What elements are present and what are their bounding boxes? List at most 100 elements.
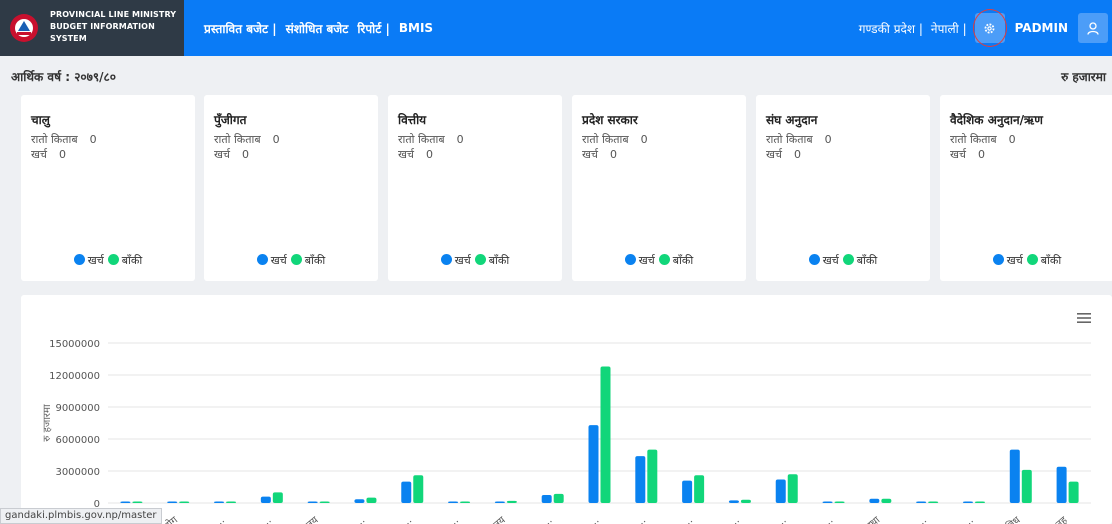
settings-button[interactable] <box>972 9 1007 47</box>
bar <box>1009 449 1020 503</box>
x-tick-label: …स्था <box>858 515 883 524</box>
bar <box>1021 469 1032 503</box>
legend-spent[interactable]: खर्च <box>73 253 104 268</box>
brand-block[interactable]: PROVINCIAL LINE MINISTRY BUDGET INFORMAT… <box>0 0 184 56</box>
expense-value: 0 <box>241 148 249 161</box>
x-tick-label: … <box>774 515 789 524</box>
nav-bmis[interactable]: BMIS <box>399 21 433 35</box>
x-tick-label: … <box>727 515 742 524</box>
username[interactable]: PADMIN <box>1015 21 1068 35</box>
card-legend: खर्च बाँकी <box>21 253 195 268</box>
spent-dot <box>992 254 1004 265</box>
x-tick-label: … <box>399 515 414 524</box>
user-icon <box>1087 21 1099 35</box>
bar-chart: 03000000600000090000001200000015000000रु… <box>42 339 1091 524</box>
x-tick-label: … <box>634 515 649 524</box>
legend-spent-label: खर्च <box>638 254 655 267</box>
legend-remaining-label: बाँकी <box>488 254 510 267</box>
bar <box>354 499 365 503</box>
red-book-label: रातो किताब <box>398 133 445 146</box>
bar <box>366 497 377 503</box>
bar <box>319 501 330 503</box>
bar <box>881 498 892 503</box>
card-legend: खर्च बाँकी <box>388 253 562 268</box>
card-federal-grant: संघ अनुदान रातो किताब 0 खर्च 0 खर्च बाँकी <box>756 95 930 281</box>
bar <box>775 479 786 503</box>
card-legend: खर्च बाँकी <box>756 253 930 268</box>
legend-spent-label: खर्च <box>454 254 471 267</box>
bar <box>214 501 225 503</box>
bar <box>1068 481 1079 503</box>
card-current: चालु रातो किताब 0 खर्च 0 खर्च बाँकी <box>21 95 195 281</box>
language-link[interactable]: नेपाली | <box>931 20 967 37</box>
fiscal-year-label: आर्थिक वर्ष : २०७९/८० <box>11 70 117 84</box>
legend-spent[interactable]: खर्च <box>256 253 287 268</box>
legend-remaining-label: बाँकी <box>672 254 694 267</box>
red-book-value: 0 <box>272 133 280 146</box>
bar <box>600 366 611 503</box>
red-book-label: रातो किताब <box>766 133 813 146</box>
legend-remaining[interactable]: बाँकी <box>1026 253 1061 268</box>
red-book-value: 0 <box>1008 133 1016 146</box>
x-tick-label: … <box>821 515 836 524</box>
nav-revised-budget[interactable]: संशोधित बजेट <box>286 20 349 37</box>
legend-spent-label: खर्च <box>1006 254 1023 267</box>
bar <box>869 498 880 503</box>
y-tick-label: 12000000 <box>49 371 100 382</box>
province-link[interactable]: गण्डकी प्रदेश | <box>859 20 923 37</box>
bar <box>1056 466 1067 503</box>
card-legend: खर्च बाँकी <box>204 253 378 268</box>
bar <box>132 501 143 503</box>
spent-dot <box>624 254 636 265</box>
expense-label: खर्च <box>398 148 414 161</box>
legend-spent-label: खर्च <box>822 254 839 267</box>
legend-remaining[interactable]: बाँकी <box>474 253 510 268</box>
bar <box>179 501 190 503</box>
remaining-dot <box>842 254 854 265</box>
card-title: वैदेशिक अनुदान/ऋण <box>950 113 1043 127</box>
bar <box>588 425 599 503</box>
expense-label: खर्च <box>950 148 966 161</box>
legend-spent[interactable]: खर्च <box>992 253 1023 268</box>
bar <box>916 501 927 503</box>
bar <box>694 475 705 503</box>
x-tick-label: …विध <box>996 514 1023 524</box>
expense-value: 0 <box>58 148 66 161</box>
bar <box>682 480 693 503</box>
status-bar-url: gandaki.plmbis.gov.np/master <box>0 508 162 524</box>
bar <box>307 501 318 503</box>
expense-label: खर्च <box>766 148 782 161</box>
expense-line: खर्च 0 <box>582 147 617 162</box>
card-financial: वित्तीय रातो किताब 0 खर्च 0 खर्च बाँकी <box>388 95 562 281</box>
legend-remaining[interactable]: बाँकी <box>107 253 143 268</box>
red-book-line: रातो किताब 0 <box>214 132 280 147</box>
spent-dot <box>808 254 820 265</box>
bar <box>226 501 237 503</box>
legend-spent[interactable]: खर्च <box>440 253 471 268</box>
user-button[interactable] <box>1078 13 1108 43</box>
bar <box>740 499 751 503</box>
bar <box>541 495 552 503</box>
expense-value: 0 <box>425 148 433 161</box>
bar <box>647 449 658 503</box>
x-tick-label: … <box>680 515 695 524</box>
x-tick-label: … <box>961 515 976 524</box>
legend-remaining[interactable]: बाँकी <box>842 253 877 268</box>
y-tick-label: 6000000 <box>55 435 100 446</box>
brand-title: PROVINCIAL LINE MINISTRY BUDGET INFORMAT… <box>50 10 177 43</box>
bar <box>962 501 973 503</box>
legend-spent[interactable]: खर्च <box>808 253 839 268</box>
legend-remaining[interactable]: बाँकी <box>290 253 325 268</box>
card-capital: पुँजीगत रातो किताब 0 खर्च 0 खर्च बाँकी <box>204 95 378 281</box>
legend-spent[interactable]: खर्च <box>624 253 655 268</box>
remaining-dot <box>1026 254 1038 265</box>
nav-proposed-budget[interactable]: प्रस्तावित बजेट | <box>204 20 277 37</box>
bar <box>822 501 833 503</box>
bar <box>401 481 412 503</box>
legend-remaining[interactable]: बाँकी <box>658 253 694 268</box>
card-title: चालु <box>31 113 50 127</box>
bar <box>260 496 271 503</box>
nav-report[interactable]: रिपोर्ट | <box>357 20 390 37</box>
red-book-line: रातो किताब 0 <box>398 132 464 147</box>
legend-remaining-label: बाँकी <box>121 254 143 267</box>
